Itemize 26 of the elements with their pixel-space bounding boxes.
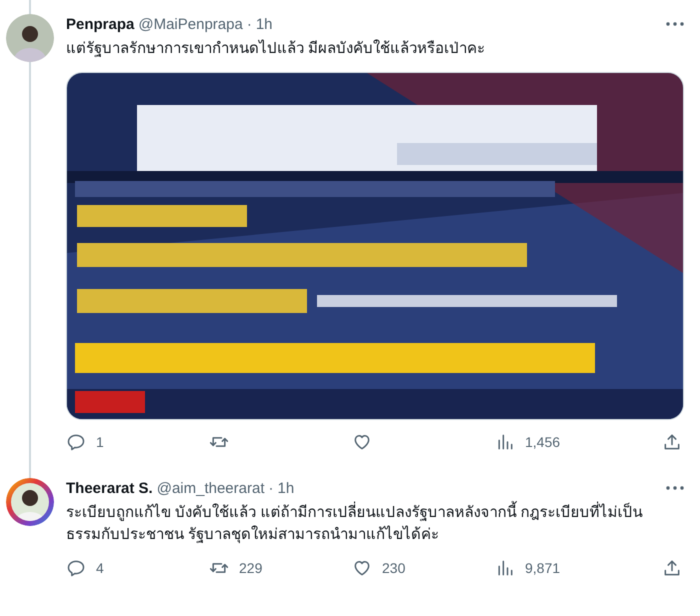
- reply-count: 4: [96, 560, 104, 576]
- separator-dot: ·: [246, 16, 252, 32]
- share-icon[interactable]: [662, 558, 682, 578]
- heart-icon[interactable]: [352, 558, 372, 578]
- reply-icon[interactable]: [66, 558, 86, 578]
- more-icon[interactable]: [666, 22, 684, 26]
- heart-icon[interactable]: [352, 432, 372, 452]
- reply-icon[interactable]: [66, 432, 86, 452]
- post-time[interactable]: 1h: [256, 16, 272, 32]
- repost-count: 229: [239, 560, 262, 576]
- post-time[interactable]: 1h: [278, 480, 294, 496]
- post-text: ระเบียบถูกแก้ไข บังคับใช้แล้ว แต่ถ้ามีการเปลี่ยนแปลงรัฐบาลหลังจากนี้ กฎระเบียบที่ไม่เป็นธรรมกับประชาชน รัฐบาลชุดใหม่สามารถนำมาแก้ไขได้ค่ะ: [66, 502, 686, 546]
- more-icon[interactable]: [666, 486, 684, 490]
- user-handle[interactable]: @MaiPenprapa: [138, 16, 243, 32]
- post-text: แต่รัฐบาลรักษาการเขากำหนดไปแล้ว มีผลบังคับใช้แล้วหรือเป่าคะ: [66, 38, 486, 59]
- avatar[interactable]: [6, 478, 54, 526]
- user-name[interactable]: Penprapa: [66, 16, 134, 32]
- separator-dot: ·: [268, 480, 274, 496]
- view-count: 9,871: [525, 560, 560, 576]
- reply-count: 1: [96, 434, 104, 450]
- user-handle[interactable]: @aim_theerarat: [156, 480, 264, 496]
- share-icon[interactable]: [662, 432, 682, 452]
- view-count: 1,456: [525, 434, 560, 450]
- user-name[interactable]: Theerarat S.: [66, 480, 153, 496]
- avatar[interactable]: [6, 14, 54, 62]
- like-count: 230: [382, 560, 406, 576]
